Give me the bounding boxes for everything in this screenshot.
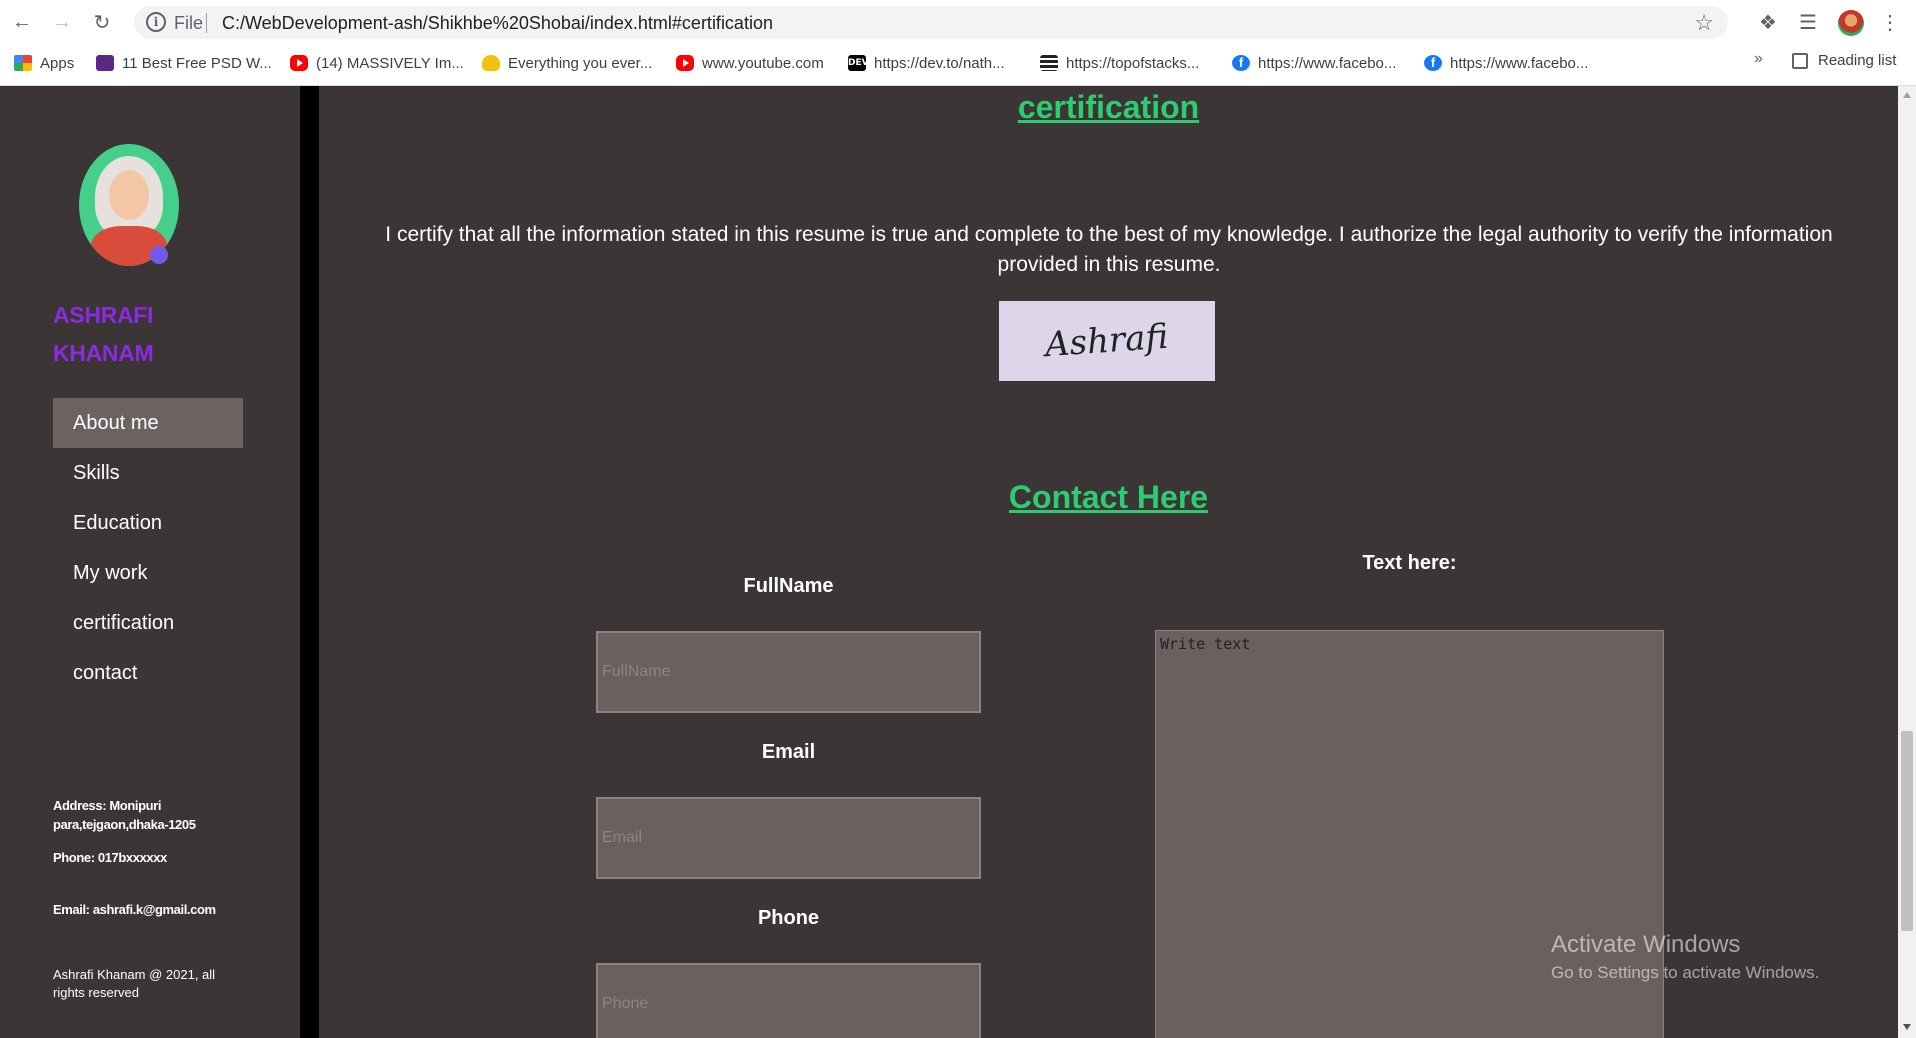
bookmark-youtube[interactable]: www.youtube.com — [676, 52, 824, 74]
fullname-label: FullName — [743, 575, 834, 597]
status-dot — [150, 246, 168, 264]
url-text[interactable]: C:/WebDevelopment-ash/Shikhbe%20Shobai/i… — [222, 13, 773, 34]
page-viewport: ASHRAFI KHANAM About me Skills Education… — [0, 86, 1898, 1038]
dev-icon: DEV — [848, 55, 869, 71]
bookmark-facebook-2[interactable]: f https://www.facebo... — [1424, 52, 1588, 74]
youtube-icon — [676, 55, 694, 71]
sidebar-item-certification[interactable]: certification — [53, 598, 243, 648]
bookmark-label: https://www.facebo... — [1258, 54, 1397, 72]
reading-list-button[interactable]: Reading list — [1792, 52, 1896, 69]
bookmark-label: https://www.facebo... — [1450, 54, 1589, 72]
copyright-text: Ashrafi Khanam @ 2021, all rights reserv… — [53, 967, 216, 1000]
apps-icon — [14, 55, 32, 71]
bookmark-label: Apps — [40, 54, 75, 72]
reading-list-label: Reading list — [1818, 52, 1897, 69]
browser-toolbar: ← → ↻ i File C:/WebDevelopment-ash/Shikh… — [0, 0, 1916, 45]
sidebar-item-contact[interactable]: contact — [53, 648, 243, 698]
reading-list-icon — [1792, 52, 1808, 69]
bookmark-massively[interactable]: (14) MASSIVELY Im... — [290, 52, 464, 74]
file-label: File — [174, 13, 204, 33]
facebook-icon: f — [1232, 55, 1250, 71]
sidebar: ASHRAFI KHANAM About me Skills Education… — [0, 86, 300, 1038]
activate-windows-subtitle: Go to Settings to activate Windows. — [1551, 963, 1820, 982]
email-text: Email: ashrafi.k@gmail.com — [53, 902, 216, 917]
bookmark-label: 11 Best Free PSD W... — [122, 54, 272, 72]
sidebar-item-skills[interactable]: Skills — [53, 448, 243, 498]
phone-input[interactable] — [596, 963, 981, 1038]
signature-text: Ashrafi — [1044, 316, 1170, 366]
bookmark-label: https://dev.to/nath... — [874, 54, 1005, 72]
bookmark-star-icon[interactable]: ☆ — [1694, 10, 1714, 36]
address-separator — [206, 13, 207, 33]
youtube-icon — [290, 55, 308, 71]
signature-image: Ashrafi — [999, 301, 1215, 381]
main-content: certification I certify that all the inf… — [319, 86, 1898, 1038]
avatar-face — [109, 170, 149, 220]
email-input[interactable] — [596, 797, 981, 879]
address-bar[interactable]: i File C:/WebDevelopment-ash/Shikhbe%20S… — [134, 6, 1728, 39]
sidebar-menu: About me Skills Education My work certif… — [53, 398, 243, 698]
bookmark-label: www.youtube.com — [702, 54, 824, 72]
profile-name: ASHRAFI KHANAM — [53, 302, 154, 366]
message-label: Text here: — [1362, 552, 1457, 574]
activate-windows-title: Activate Windows — [1551, 931, 1741, 958]
bookmark-everything[interactable]: Everything you ever... — [482, 52, 652, 74]
sidebar-item-about[interactable]: About me — [53, 398, 243, 448]
bookmark-label: Everything you ever... — [508, 54, 653, 72]
sidebar-divider — [300, 86, 319, 1038]
bookmark-psd[interactable]: 11 Best Free PSD W... — [96, 52, 272, 74]
email-label: Email — [761, 741, 816, 763]
media-queue-icon[interactable]: ☰ — [1794, 8, 1822, 36]
reload-icon[interactable]: ↻ — [88, 8, 116, 36]
phone-label: Phone — [757, 907, 820, 929]
address-text: Address: Monipuri para,tejgaon,dhaka-120… — [53, 798, 196, 832]
certification-text: I certify that all the information state… — [385, 223, 1833, 276]
bookmarks-bar: Apps 11 Best Free PSD W... (14) MASSIVEL… — [0, 48, 1916, 78]
bookmark-label: https://topofstacks... — [1066, 54, 1200, 72]
bookmark-label: (14) MASSIVELY Im... — [316, 54, 464, 72]
bookmark-devto[interactable]: DEV https://dev.to/nath... — [848, 52, 1005, 74]
bookmark-facebook-1[interactable]: f https://www.facebo... — [1232, 52, 1396, 74]
forward-arrow-icon[interactable]: → — [48, 8, 76, 36]
scroll-down-arrow-icon[interactable] — [1903, 1024, 1911, 1030]
stack-icon — [1040, 55, 1058, 71]
kebab-menu-icon[interactable]: ⋮ — [1876, 8, 1904, 36]
bookmark-apps[interactable]: Apps — [14, 52, 74, 74]
certification-heading: certification — [1017, 89, 1200, 125]
psd-site-icon — [96, 55, 114, 71]
contact-info: Address: Monipuri para,tejgaon,dhaka-120… — [53, 796, 263, 952]
facebook-icon: f — [1424, 55, 1442, 71]
more-bookmarks-chevron[interactable]: » — [1754, 50, 1763, 68]
scrollbar-thumb[interactable] — [1901, 731, 1913, 931]
scroll-up-arrow-icon[interactable] — [1903, 92, 1911, 98]
page-scrollbar[interactable] — [1898, 86, 1916, 1038]
fullname-input[interactable] — [596, 631, 981, 713]
back-arrow-icon[interactable]: ← — [8, 8, 36, 36]
profile-avatar[interactable] — [1838, 10, 1864, 36]
bulb-icon — [482, 55, 500, 71]
bookmark-topofstacks[interactable]: https://topofstacks... — [1040, 52, 1199, 74]
info-icon[interactable]: i — [146, 12, 166, 32]
sidebar-item-education[interactable]: Education — [53, 498, 243, 548]
browser-chrome: ← → ↻ i File C:/WebDevelopment-ash/Shikh… — [0, 0, 1916, 86]
sidebar-item-my-work[interactable]: My work — [53, 548, 243, 598]
contact-heading: Contact Here — [1008, 479, 1209, 515]
phone-text: Phone: 017bxxxxxx — [53, 850, 167, 865]
extensions-puzzle-icon[interactable]: ❖ — [1754, 8, 1782, 36]
